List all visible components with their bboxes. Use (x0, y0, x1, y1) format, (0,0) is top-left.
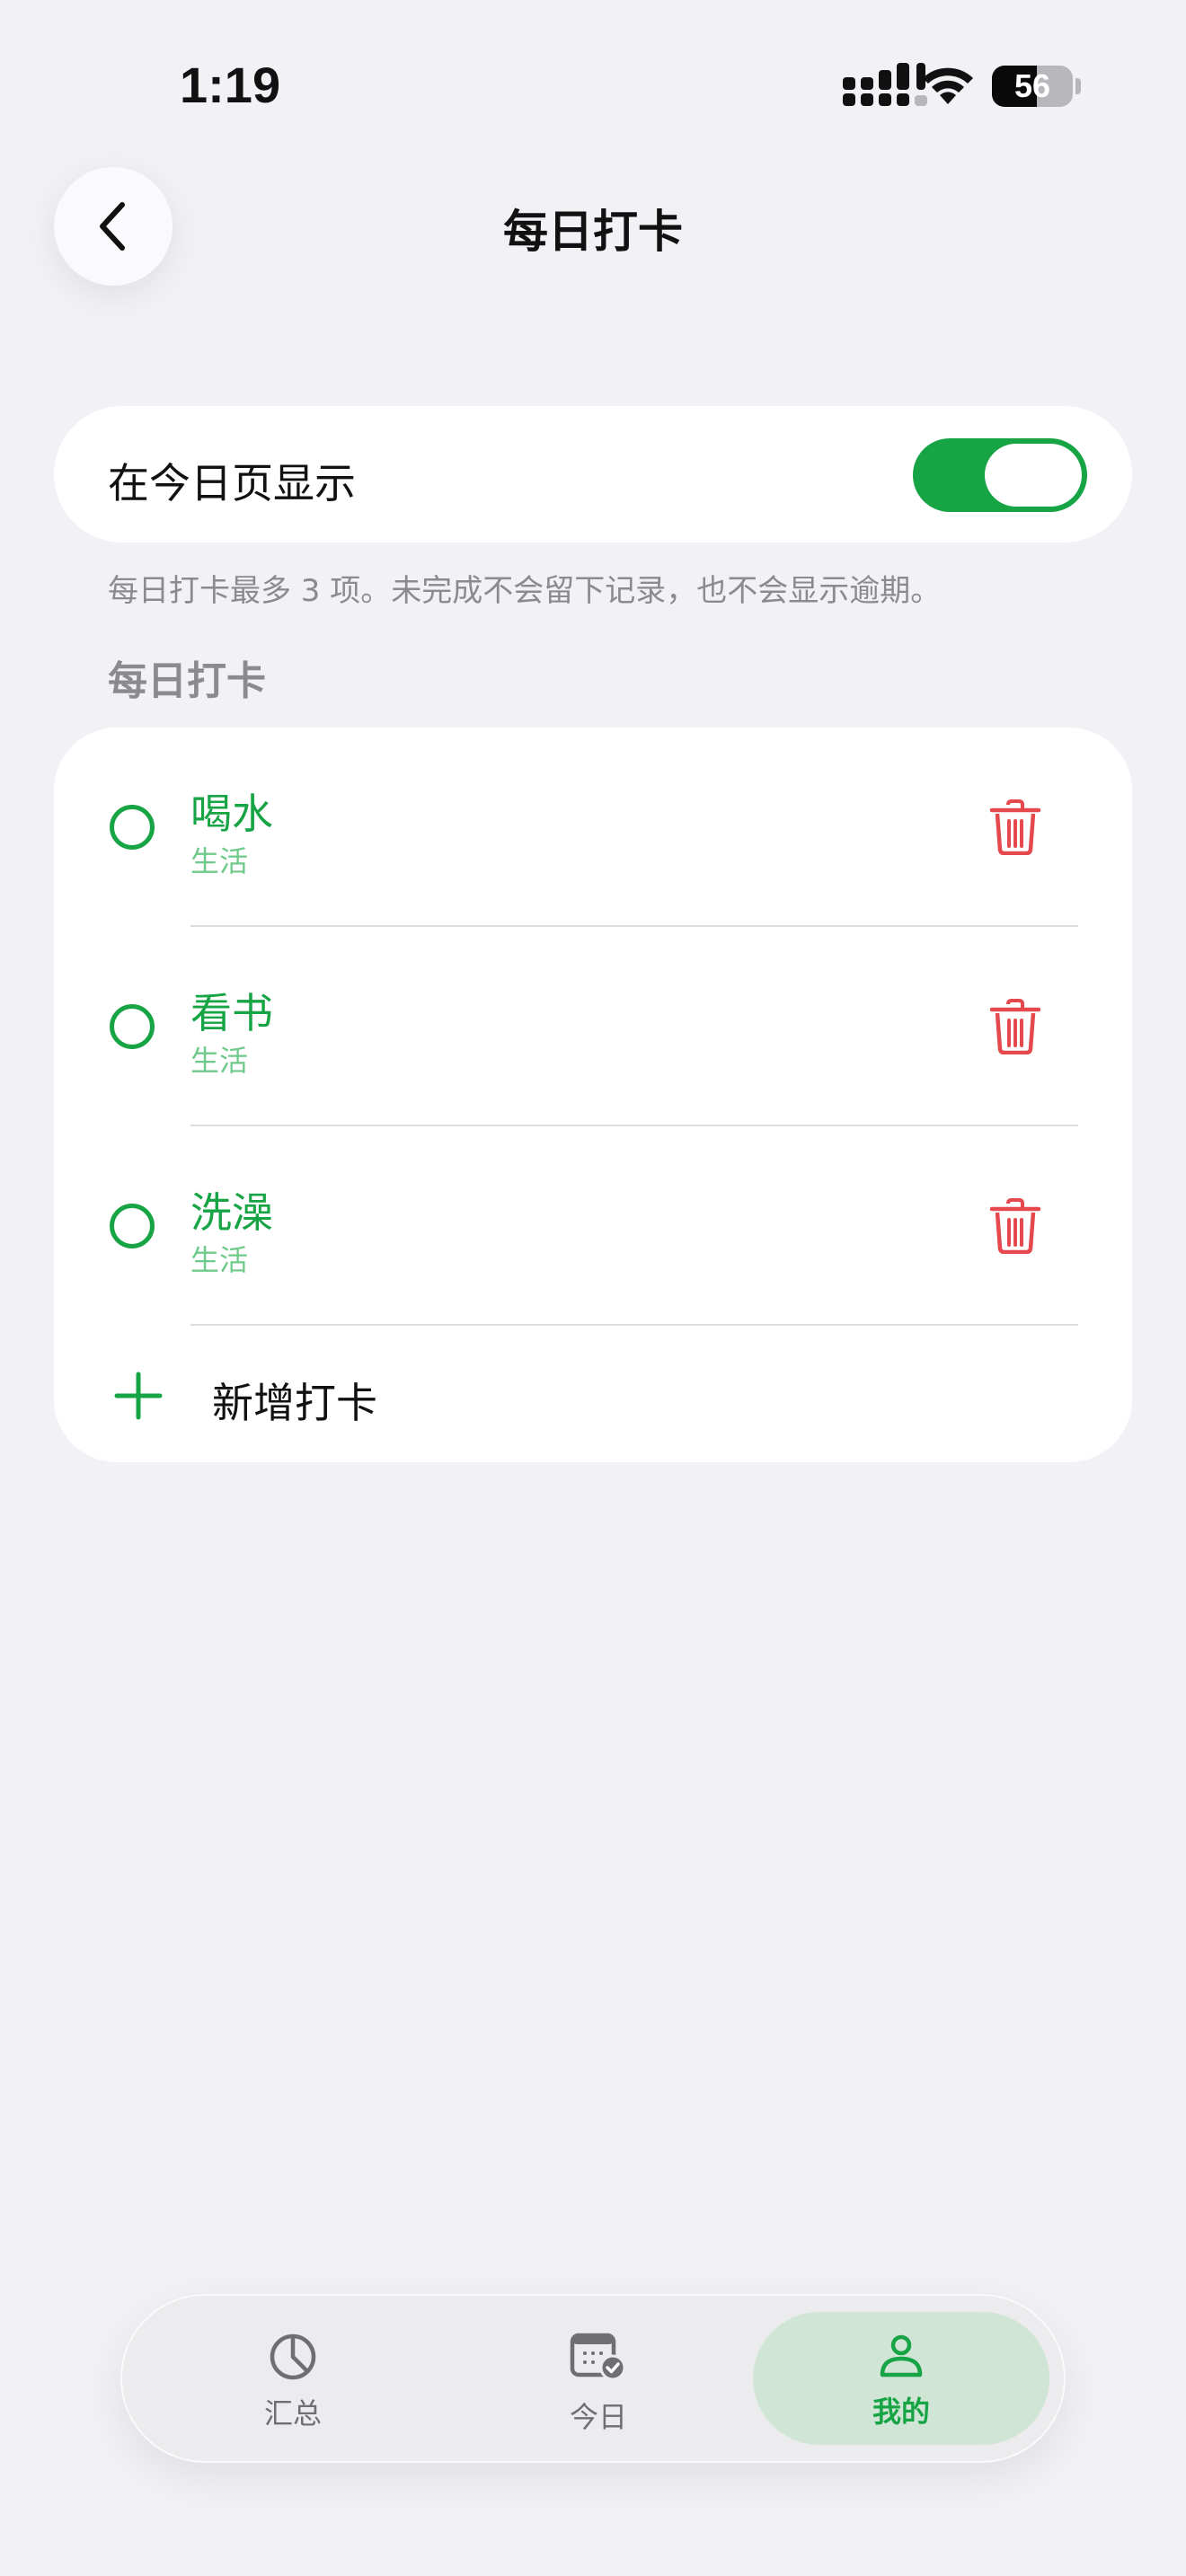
show-on-today-card: 在今日页显示 (54, 406, 1132, 543)
trash-icon[interactable] (988, 1198, 1042, 1254)
tab-mine-label: 我的 (872, 2395, 930, 2429)
add-habit-button[interactable]: 新增打卡 (54, 1326, 1132, 1462)
tab-today[interactable]: 今日 (464, 2296, 733, 2461)
habit-row[interactable]: 看书 生活 (54, 927, 1132, 1126)
calendar-check-icon (570, 2333, 626, 2381)
habit-list-card: 喝水 生活 看书 生活 洗澡 生活 新增打卡 (54, 728, 1132, 1462)
battery-icon: 56 (992, 66, 1073, 107)
tab-today-label: 今日 (569, 2400, 627, 2434)
plus-icon (114, 1372, 163, 1420)
habit-name: 看书 (190, 989, 273, 1037)
check-circle[interactable] (110, 1204, 155, 1248)
check-circle[interactable] (110, 1004, 155, 1049)
check-circle[interactable] (110, 805, 155, 850)
tab-summary-label: 汇总 (263, 2396, 322, 2430)
tab-bar: 汇总 今日 我的 (120, 2294, 1066, 2463)
person-icon (880, 2334, 923, 2378)
habit-category: 生活 (190, 1243, 249, 1277)
add-habit-label: 新增打卡 (212, 1379, 377, 1427)
page-title: 每日打卡 (503, 206, 683, 258)
status-time: 1:19 (180, 57, 281, 113)
habit-name: 洗澡 (190, 1188, 273, 1237)
trash-icon[interactable] (988, 999, 1042, 1054)
daily-checkin-screen: 1:19 56 每日打卡 在今日页显示 每日打卡最多 3 项。未完成不会留下记录… (0, 0, 1186, 2576)
wifi-icon (923, 67, 973, 104)
show-on-today-label: 在今日页显示 (108, 459, 356, 507)
section-title: 每日打卡 (108, 658, 266, 704)
limit-hint: 每日打卡最多 3 项。未完成不会留下记录，也不会显示逾期。 (108, 573, 942, 609)
tab-summary[interactable]: 汇总 (158, 2296, 428, 2461)
pie-chart-icon (270, 2333, 316, 2380)
show-on-today-toggle[interactable] (913, 438, 1087, 512)
habit-name: 喝水 (190, 790, 273, 838)
habit-row[interactable]: 洗澡 生活 (54, 1126, 1132, 1326)
habit-row[interactable]: 喝水 生活 (54, 728, 1132, 927)
battery-nub (1075, 78, 1081, 94)
trash-icon[interactable] (988, 799, 1042, 855)
habit-category: 生活 (190, 1044, 249, 1078)
toggle-knob (985, 444, 1082, 507)
tab-mine[interactable]: 我的 (753, 2312, 1049, 2445)
habit-category: 生活 (190, 844, 249, 878)
battery-level: 56 (1013, 67, 1051, 104)
